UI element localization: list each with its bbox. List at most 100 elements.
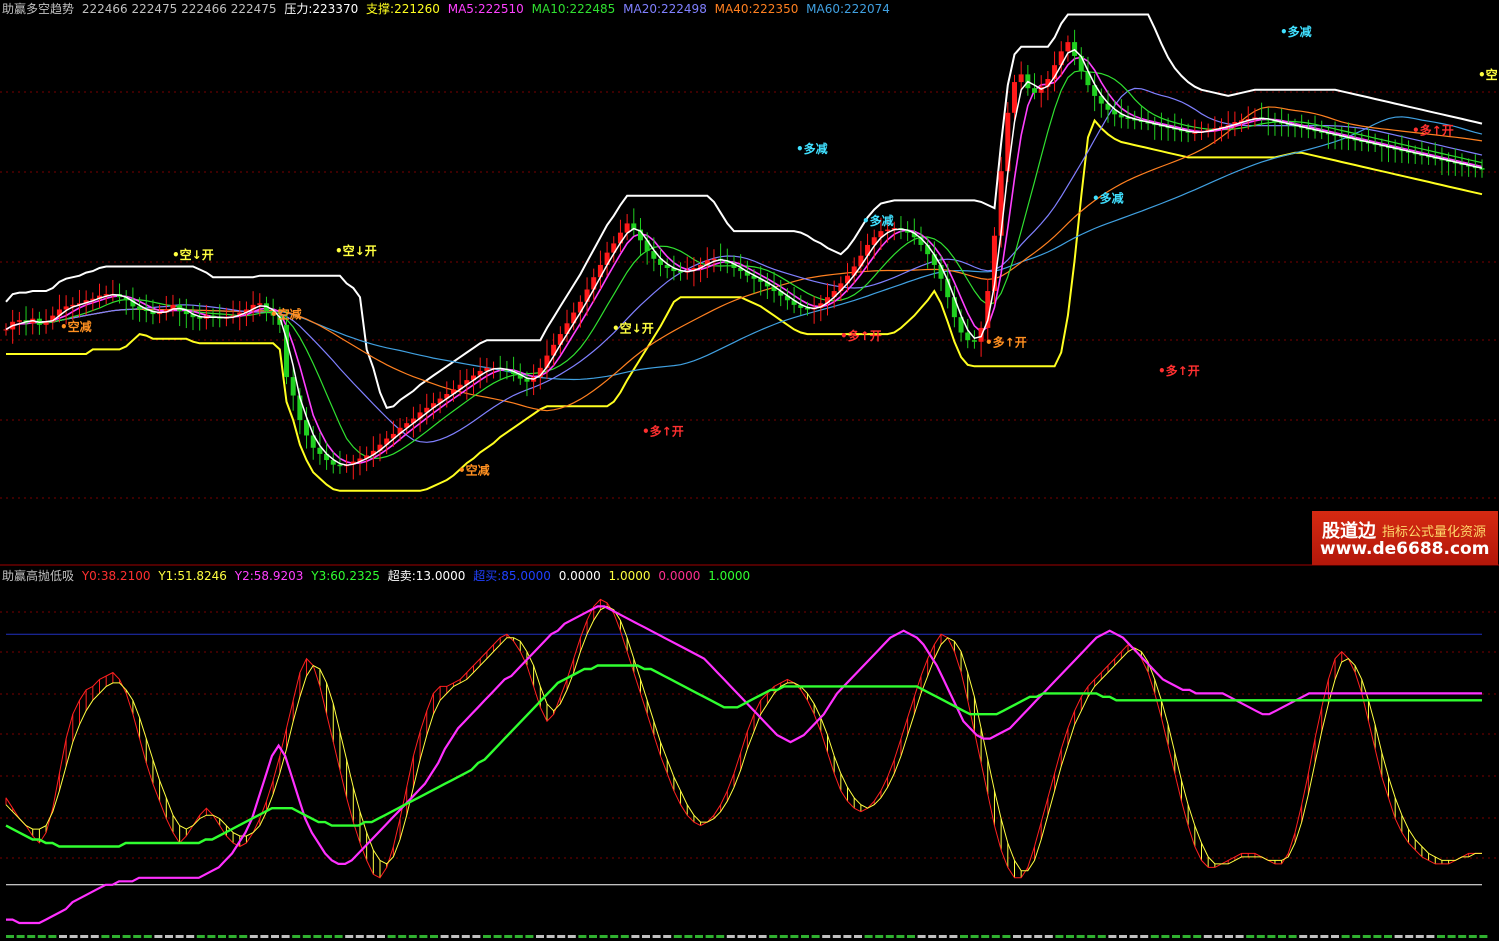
ma40-value: MA40:222350: [714, 2, 799, 16]
bottom-strip-tick: [1172, 935, 1180, 938]
bottom-strip-tick: [917, 935, 926, 938]
bottom-strip-tick: [673, 935, 682, 938]
bottom-strip-tick: [1235, 935, 1244, 938]
bottom-strip-tick: [377, 935, 385, 938]
bottom-strip-tick: [1140, 935, 1149, 938]
y2-value: Y2:58.9203: [234, 569, 304, 583]
oscillator-header: 助赢高抛低吸 Y0:38.2100 Y1:51.8246 Y2:58.9203 …: [2, 567, 754, 584]
bottom-strip-tick: [1034, 935, 1043, 938]
ohlc-values: 222466 222475 222466 222475: [81, 2, 277, 16]
bottom-strip-tick: [1309, 935, 1318, 938]
indicator-title: 助赢多空趋势: [2, 2, 75, 16]
bottom-strip-tick: [398, 935, 407, 938]
bottom-strip-tick: [1193, 935, 1202, 938]
bottom-strip-tick: [6, 935, 14, 938]
pressure-value: 压力:223370: [284, 2, 359, 16]
bottom-strip-tick: [832, 935, 841, 938]
bottom-strip-tick: [1373, 935, 1382, 938]
candle-body: [1011, 82, 1017, 113]
bottom-strip-tick: [1415, 935, 1424, 938]
bottom-strip-tick: [1352, 935, 1361, 938]
bottom-strip-tick: [366, 935, 375, 938]
bottom-strip-tick: [80, 935, 89, 938]
overbought-value: 超买:85.0000: [473, 569, 551, 583]
bottom-strip-tick: [154, 935, 163, 938]
bottom-strip-tick: [790, 935, 799, 938]
bottom-strip-tick: [801, 935, 809, 938]
bottom-strip-tick: [1278, 935, 1286, 938]
bottom-strip-tick: [302, 935, 311, 938]
osc-line-y0: [5, 598, 1482, 879]
bottom-strip-tick: [122, 935, 131, 938]
bottom-strip-tick: [1225, 935, 1233, 938]
bottom-strip-tick: [748, 935, 756, 938]
bottom-strip-tick: [875, 935, 884, 938]
bottom-strip-tick: [642, 935, 650, 938]
ma10-value: MA10:222485: [531, 2, 616, 16]
bottom-strip-tick: [610, 935, 619, 938]
bottom-strip-tick: [1405, 935, 1414, 938]
bottom-strip-tick: [769, 935, 778, 938]
candle-body: [337, 464, 343, 467]
candle-body: [965, 332, 971, 341]
bottom-strip-tick: [143, 935, 152, 938]
signal-label: •空↓开: [612, 321, 654, 336]
bottom-strip-tick: [631, 935, 640, 938]
osc-line-y3: [5, 664, 1482, 848]
watermark-logo: 股道边 指标公式量化资源 www.de6688.com: [1312, 511, 1498, 565]
ma5-value: MA5:222510: [447, 2, 524, 16]
bottom-strip-tick: [1479, 935, 1488, 938]
signal-label: •多减: [796, 141, 828, 156]
bottom-strip-tick: [239, 935, 248, 938]
signal-label: •空↓开: [1478, 67, 1499, 82]
bottom-strip-tick: [1458, 935, 1467, 938]
bottom-strip-tick: [1108, 935, 1117, 938]
support-line: [6, 118, 1483, 492]
bottom-strip-tick: [663, 935, 672, 938]
signal-label: •空减: [60, 319, 92, 334]
bottom-strip-tick: [843, 935, 852, 938]
signal-label: •多↑开: [985, 334, 1027, 349]
bottom-strip-tick: [737, 935, 746, 938]
signal-label: •空减: [458, 463, 490, 478]
bottom-strip-tick: [557, 935, 566, 938]
bottom-strip-tick: [960, 935, 968, 938]
bottom-strip-tick: [589, 935, 597, 938]
bottom-strip-tick: [260, 935, 269, 938]
bottom-strip-tick: [27, 935, 36, 938]
bottom-strip-tick: [981, 935, 990, 938]
bottom-strip-tick: [345, 935, 354, 938]
bottom-strip-tick: [1437, 935, 1445, 938]
bottom-strip-tick: [228, 935, 237, 938]
oversold-value: 超卖:13.0000: [387, 569, 466, 583]
main-chart-header: 助赢多空趋势 222466 222475 222466 222475 压力:22…: [2, 0, 894, 17]
candle-body: [257, 303, 263, 305]
bottom-strip-tick: [59, 935, 67, 938]
value-4: 1.0000: [708, 569, 751, 583]
chart-stage: •空↓开 •空减 •空减 •空↓开 •空↓开 •空减 •多↑开 •多减 •多减 •多↑开 •多↑开 •…: [0, 13, 1499, 938]
bottom-strip-tick: [1394, 935, 1403, 938]
bottom-strip-tick: [1256, 935, 1265, 938]
bottom-strip-tick: [1023, 935, 1032, 938]
bottom-strip-tick: [292, 935, 301, 938]
bottom-strip-tick: [313, 935, 322, 938]
candle-body: [1065, 42, 1071, 52]
osc-line-y2: [6, 605, 1482, 925]
bottom-strip-tick: [885, 935, 894, 938]
candle-body: [951, 297, 957, 318]
pressure-line: [5, 13, 1483, 409]
candle-body: [1032, 88, 1038, 93]
bottom-strip-tick: [1044, 935, 1053, 938]
bottom-strip-tick: [705, 935, 714, 938]
bottom-strip-tick: [716, 935, 725, 938]
bottom-strip-tick: [896, 935, 905, 938]
ma40-line: [5, 106, 1483, 412]
bottom-strip-tick: [271, 935, 279, 938]
bottom-strip-tick: [1320, 935, 1329, 938]
bottom-strip-tick: [1447, 935, 1456, 938]
bottom-strip-tick: [695, 935, 703, 938]
bottom-strip-tick: [483, 935, 491, 938]
bottom-strip-tick: [1150, 935, 1159, 938]
bottom-strip-tick: [991, 935, 1000, 938]
bottom-strip-tick: [112, 935, 120, 938]
